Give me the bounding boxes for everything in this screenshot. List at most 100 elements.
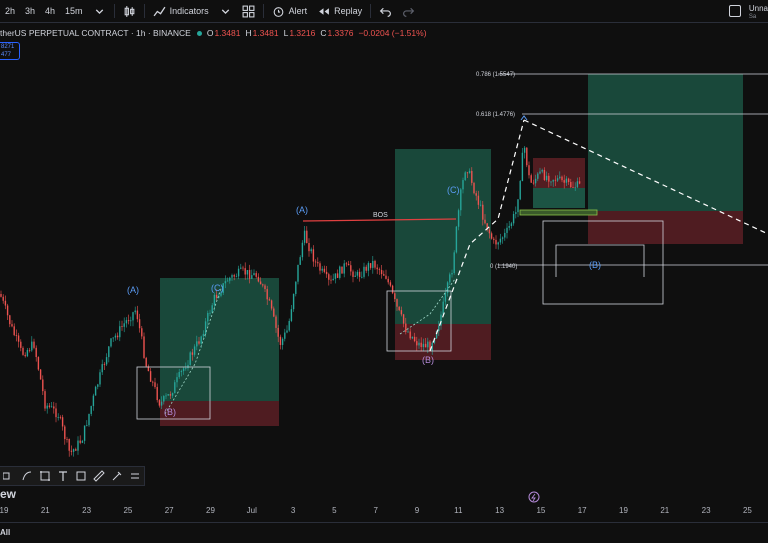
candle-body bbox=[88, 413, 90, 426]
short-position-profit-zone[interactable] bbox=[533, 188, 585, 208]
target-bar[interactable] bbox=[519, 209, 598, 216]
candle-body bbox=[367, 263, 370, 271]
path-tool-button[interactable] bbox=[18, 468, 36, 484]
candle-body bbox=[262, 284, 264, 286]
candle-body bbox=[178, 372, 180, 378]
market-status-dot bbox=[196, 30, 202, 36]
redo-button[interactable] bbox=[397, 0, 420, 22]
text-tool-button[interactable] bbox=[54, 468, 72, 484]
candle-body bbox=[123, 323, 125, 327]
shape-tool-button[interactable] bbox=[72, 468, 90, 484]
candle-body bbox=[290, 309, 293, 321]
wave-label-a1[interactable]: (A) bbox=[127, 285, 139, 295]
candle-body bbox=[143, 336, 145, 358]
ohlc-low-label: L bbox=[283, 28, 289, 38]
candle-body bbox=[396, 299, 398, 307]
grid-icon bbox=[242, 5, 255, 18]
wave-label-b1[interactable]: (B) bbox=[164, 407, 176, 417]
candle-body bbox=[543, 169, 546, 180]
candle-body bbox=[281, 338, 284, 345]
candle-body bbox=[196, 341, 198, 347]
candle-body bbox=[552, 179, 554, 182]
interval-15m[interactable]: 15m bbox=[60, 0, 88, 22]
wave-label-c2[interactable]: (C) bbox=[447, 185, 460, 195]
candle-body bbox=[545, 175, 548, 180]
chart-type-button[interactable] bbox=[118, 0, 141, 22]
candle-body bbox=[125, 320, 128, 324]
candle-body bbox=[479, 204, 482, 206]
brush-tool-button[interactable] bbox=[108, 468, 126, 484]
alert-button[interactable]: Alert bbox=[267, 0, 313, 22]
candle-body bbox=[510, 223, 513, 226]
wave-label-b3[interactable]: (B) bbox=[589, 260, 601, 270]
long-position-loss-zone-2[interactable] bbox=[395, 324, 491, 360]
alert-label: Alert bbox=[288, 6, 308, 16]
candle-body bbox=[471, 170, 473, 183]
long-position-loss-zone-3[interactable] bbox=[588, 211, 743, 244]
interval-dropdown-button[interactable] bbox=[88, 0, 111, 22]
candle-body bbox=[156, 387, 158, 401]
candle-body bbox=[152, 381, 154, 383]
wave-label-b2[interactable]: (B) bbox=[422, 355, 434, 365]
candle-body bbox=[31, 341, 33, 351]
candle-body bbox=[464, 172, 466, 181]
candle-body bbox=[361, 276, 363, 278]
candle-body bbox=[402, 314, 405, 324]
candle-body bbox=[75, 449, 77, 451]
candle-body bbox=[570, 182, 572, 188]
candle-body bbox=[11, 324, 13, 327]
candle-body bbox=[224, 281, 227, 284]
candle-body bbox=[559, 176, 561, 179]
candle-body bbox=[422, 343, 425, 348]
layout-square-icon[interactable] bbox=[728, 5, 741, 17]
time-axis[interactable]: 19 21 23 25 27 29 Jul 3 5 7 9 11 13 15 17 19 21 23 25 bbox=[0, 506, 768, 520]
price-chart[interactable]: 0.786 (1.5547) 0.618 (1.4776) 0 (1.1940)… bbox=[0, 44, 768, 506]
interval-2h[interactable]: 2h bbox=[0, 0, 20, 22]
indicators-dropdown-button[interactable] bbox=[214, 0, 237, 22]
candlestick-series[interactable] bbox=[0, 145, 581, 457]
time-tick-label: 19 bbox=[619, 506, 628, 515]
candle-body bbox=[240, 267, 242, 269]
lines-tool-button[interactable] bbox=[126, 468, 144, 484]
candle-body bbox=[130, 320, 132, 322]
alarm-clock-icon bbox=[272, 5, 285, 18]
candle-body bbox=[526, 147, 528, 166]
candle-body bbox=[563, 180, 565, 183]
candle-body bbox=[77, 440, 79, 451]
event-marker-icon[interactable] bbox=[528, 491, 540, 503]
candle-body bbox=[180, 371, 183, 373]
candle-body bbox=[352, 271, 354, 277]
wave-label-a2[interactable]: (A) bbox=[296, 205, 308, 215]
undo-button[interactable] bbox=[374, 0, 397, 22]
candle-body bbox=[86, 425, 88, 426]
candle-body bbox=[149, 371, 152, 382]
long-position-loss-zone[interactable] bbox=[160, 401, 279, 426]
templates-button[interactable] bbox=[237, 0, 260, 22]
long-position-profit-zone-3[interactable] bbox=[588, 74, 743, 211]
candle-body bbox=[466, 172, 469, 174]
replay-button[interactable]: Replay bbox=[312, 0, 367, 22]
ruler-tool-button[interactable] bbox=[90, 468, 108, 484]
time-tick-label: 5 bbox=[332, 506, 337, 515]
candle-body bbox=[374, 260, 376, 268]
candle-body bbox=[13, 326, 15, 336]
cursor-tool-button[interactable] bbox=[0, 468, 18, 484]
fib-label-0618: 0.618 (1.4776) bbox=[476, 112, 515, 118]
interval-3h[interactable]: 3h bbox=[20, 0, 40, 22]
candle-body bbox=[506, 227, 508, 233]
wave-label-c1[interactable]: (C) bbox=[211, 283, 224, 293]
rewind-icon bbox=[317, 5, 330, 18]
candle-body bbox=[286, 330, 288, 333]
lightning-icon bbox=[531, 493, 536, 502]
candle-body bbox=[561, 176, 563, 181]
indicators-button[interactable]: Indicators bbox=[148, 0, 214, 22]
candle-body bbox=[163, 396, 165, 402]
candle-body bbox=[24, 354, 26, 357]
rectangle-tool-button[interactable] bbox=[36, 468, 54, 484]
range-all-button[interactable]: All bbox=[0, 528, 10, 537]
symbol-title[interactable]: therUS PERPETUAL CONTRACT · 1h · BINANCE bbox=[0, 28, 191, 38]
layout-name[interactable]: Unna Sa bbox=[749, 4, 768, 22]
candle-body bbox=[534, 178, 537, 184]
interval-4h[interactable]: 4h bbox=[40, 0, 60, 22]
candle-body bbox=[295, 281, 297, 294]
